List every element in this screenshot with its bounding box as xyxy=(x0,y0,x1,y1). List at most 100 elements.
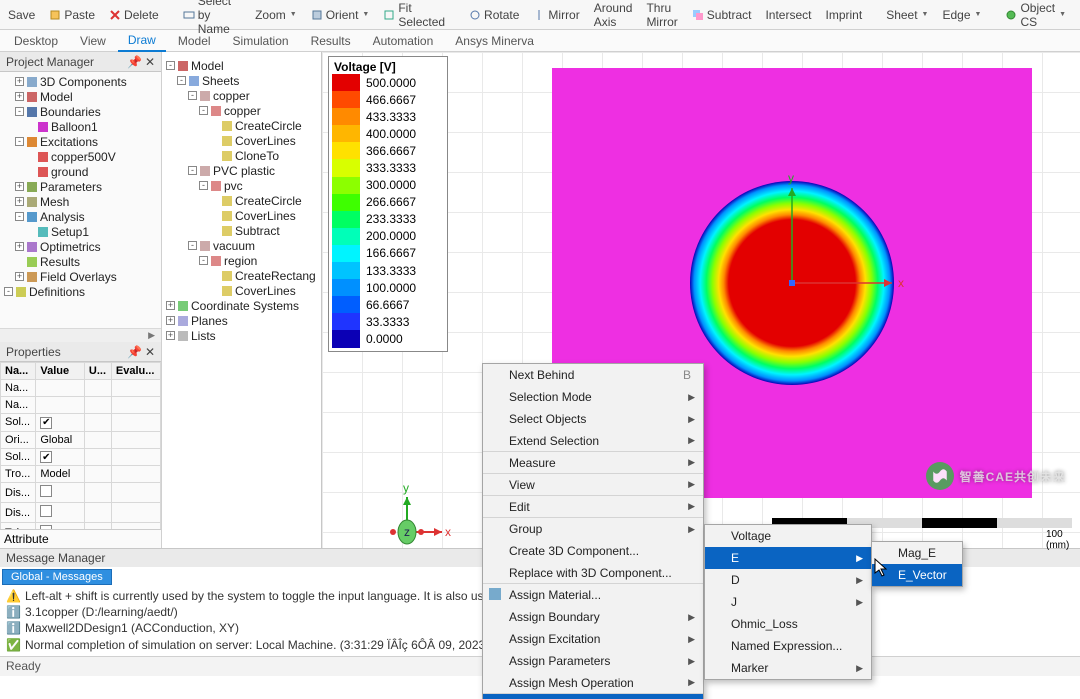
menu-item[interactable]: Marker▶ xyxy=(705,657,871,679)
props-row[interactable]: Dis... xyxy=(1,503,161,523)
tree-item[interactable]: -copper xyxy=(162,103,321,118)
tree-item[interactable]: -Model xyxy=(162,58,321,73)
tree-item[interactable]: copper500V xyxy=(0,149,161,164)
expand-icon[interactable]: + xyxy=(15,197,24,206)
tree-item[interactable]: -region xyxy=(162,253,321,268)
menu-tab-draw[interactable]: Draw xyxy=(118,30,166,52)
menu-item[interactable]: Next BehindB xyxy=(483,364,703,386)
menu-item[interactable]: Replace with 3D Component... xyxy=(483,562,703,584)
menu-item[interactable]: Measure▶ xyxy=(483,452,703,474)
paste-button[interactable]: Paste xyxy=(45,6,99,24)
menu-item[interactable]: Fields▶ xyxy=(483,694,703,699)
tree-item[interactable]: -copper xyxy=(162,88,321,103)
expand-icon[interactable]: + xyxy=(166,301,175,310)
props-header[interactable]: Evalu... xyxy=(111,363,160,380)
tree-item[interactable]: -Definitions xyxy=(0,284,161,299)
expand-icon[interactable]: + xyxy=(15,77,24,86)
fields-submenu[interactable]: VoltageE▶D▶J▶Ohmic_LossNamed Expression.… xyxy=(704,524,872,680)
intersect-button[interactable]: Intersect xyxy=(761,6,815,24)
tree-item[interactable]: CoverLines xyxy=(162,283,321,298)
pin-icon[interactable]: 📌 xyxy=(127,55,142,69)
props-row[interactable]: Na... xyxy=(1,397,161,414)
expand-icon[interactable]: + xyxy=(166,331,175,340)
menu-item[interactable]: Create 3D Component... xyxy=(483,540,703,562)
props-header[interactable]: Value xyxy=(36,363,85,380)
tree-item[interactable]: CoverLines xyxy=(162,208,321,223)
tree-item[interactable]: CreateCircle xyxy=(162,118,321,133)
tree-item[interactable]: Subtract xyxy=(162,223,321,238)
expand-icon[interactable]: + xyxy=(15,92,24,101)
expand-icon[interactable]: - xyxy=(15,107,24,116)
tree-item[interactable]: +3D Components xyxy=(0,74,161,89)
expand-icon[interactable]: - xyxy=(188,166,197,175)
tree-item[interactable]: Setup1 xyxy=(0,224,161,239)
tree-item[interactable]: -vacuum xyxy=(162,238,321,253)
color-legend[interactable]: Voltage [V] 500.0000466.6667433.3333400.… xyxy=(328,56,448,352)
expand-icon[interactable]: - xyxy=(199,106,208,115)
menu-tab-view[interactable]: View xyxy=(70,31,116,51)
expand-icon[interactable]: - xyxy=(15,137,24,146)
tree-item[interactable]: -Analysis xyxy=(0,209,161,224)
expand-icon[interactable]: + xyxy=(15,242,24,251)
props-row[interactable]: Dis... xyxy=(1,483,161,503)
menu-item[interactable]: Ohmic_Loss xyxy=(705,613,871,635)
checkbox[interactable] xyxy=(40,505,52,517)
menu-item[interactable]: J▶ xyxy=(705,591,871,613)
menu-tab-automation[interactable]: Automation xyxy=(363,31,444,51)
menu-item[interactable]: Voltage xyxy=(705,525,871,547)
expand-icon[interactable]: - xyxy=(199,256,208,265)
model-tree[interactable]: -Model-Sheets-copper-copperCreateCircleC… xyxy=(162,52,321,548)
expand-icon[interactable]: - xyxy=(188,91,197,100)
props-row[interactable]: Sol...✔ xyxy=(1,448,161,466)
tree-item[interactable]: +Planes xyxy=(162,313,321,328)
expand-icon[interactable]: - xyxy=(199,181,208,190)
tree-item[interactable]: -PVC plastic xyxy=(162,163,321,178)
sheet-button[interactable]: Sheet▼ xyxy=(882,6,932,24)
menu-item[interactable]: Assign Mesh Operation▶ xyxy=(483,672,703,694)
close-icon[interactable]: ✕ xyxy=(145,55,155,69)
orient-button[interactable]: Orient▼ xyxy=(307,6,374,24)
checkbox[interactable] xyxy=(40,485,52,497)
props-row[interactable]: Tro...Model xyxy=(1,466,161,483)
props-header[interactable]: U... xyxy=(84,363,111,380)
pin-icon[interactable]: 📌 xyxy=(127,345,142,359)
checkbox[interactable]: ✔ xyxy=(40,417,52,429)
props-row[interactable]: Sol...✔ xyxy=(1,414,161,432)
tree-item[interactable]: +Parameters xyxy=(0,179,161,194)
menu-item[interactable]: Selection Mode▶ xyxy=(483,386,703,408)
expand-icon[interactable]: + xyxy=(15,182,24,191)
modeler-canvas[interactable]: x y Voltage [V] 500.0000466.6667433.3333… xyxy=(322,52,1080,548)
axis-triad[interactable]: x y z xyxy=(362,472,452,562)
close-icon[interactable]: ✕ xyxy=(145,345,155,359)
props-header[interactable]: Na... xyxy=(1,363,36,380)
menu-tab-simulation[interactable]: Simulation xyxy=(223,31,299,51)
object-cs-button[interactable]: Object CS▼ xyxy=(1001,0,1070,31)
tree-item[interactable]: -pvc xyxy=(162,178,321,193)
tree-item[interactable]: -Sheets xyxy=(162,73,321,88)
thru-mirror-button[interactable]: Thru Mirror xyxy=(642,0,681,31)
menu-item[interactable]: D▶ xyxy=(705,569,871,591)
save-button[interactable]: Save xyxy=(4,6,39,24)
tree-item[interactable]: Balloon1 xyxy=(0,119,161,134)
around-axis-button[interactable]: Around Axis xyxy=(590,0,637,31)
menu-tab-results[interactable]: Results xyxy=(301,31,361,51)
subtract-button[interactable]: Subtract xyxy=(688,6,756,24)
expand-icon[interactable]: + xyxy=(166,316,175,325)
scrollbar[interactable]: ▶ xyxy=(0,328,161,342)
expand-icon[interactable]: - xyxy=(4,287,13,296)
edge-button[interactable]: Edge▼ xyxy=(938,6,985,24)
menu-item[interactable]: Edit▶ xyxy=(483,496,703,518)
tree-item[interactable]: +Model xyxy=(0,89,161,104)
tree-item[interactable]: +Coordinate Systems xyxy=(162,298,321,313)
tree-item[interactable]: -Excitations xyxy=(0,134,161,149)
expand-icon[interactable]: - xyxy=(177,76,186,85)
tree-item[interactable]: CreateCircle xyxy=(162,193,321,208)
tree-item[interactable]: +Field Overlays xyxy=(0,269,161,284)
message-tab[interactable]: Global - Messages xyxy=(2,569,112,585)
expand-icon[interactable]: - xyxy=(15,212,24,221)
rotate-button[interactable]: Rotate xyxy=(465,6,523,24)
properties-table[interactable]: Na...ValueU...Evalu...Na...Na...Sol...✔O… xyxy=(0,362,161,529)
properties-tab[interactable]: Attribute xyxy=(0,529,161,548)
tree-item[interactable]: +Optimetrics xyxy=(0,239,161,254)
menu-item[interactable]: View▶ xyxy=(483,474,703,496)
